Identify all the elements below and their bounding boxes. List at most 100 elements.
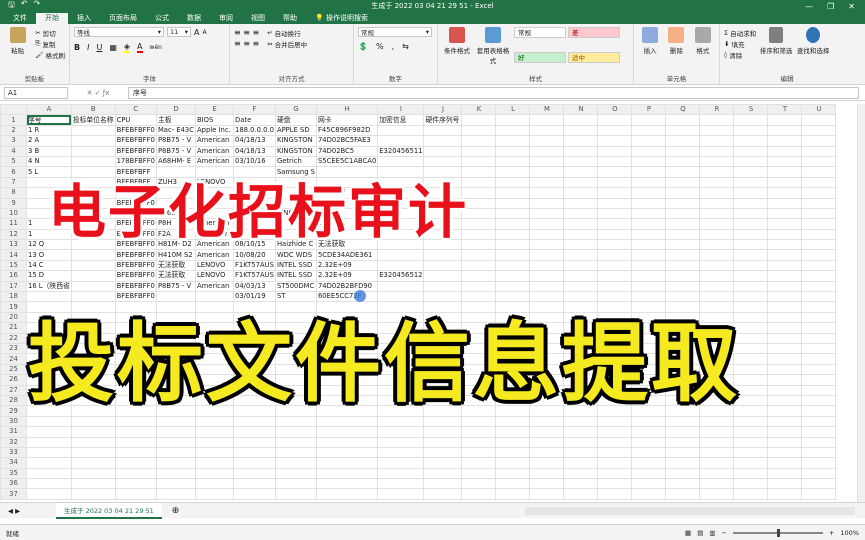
cell[interactable]: [423, 145, 463, 157]
cell[interactable]: [423, 446, 463, 459]
percent-button[interactable]: %: [376, 42, 384, 51]
cell[interactable]: 14 C: [26, 259, 72, 272]
shrink-font-button[interactable]: A: [202, 29, 206, 36]
cell[interactable]: [563, 467, 599, 480]
column-header-f[interactable]: F: [233, 104, 276, 116]
cell[interactable]: [563, 176, 599, 189]
tab-file[interactable]: 文件: [4, 13, 36, 24]
cell[interactable]: [495, 426, 531, 438]
row-header[interactable]: 27: [0, 384, 27, 396]
cell[interactable]: [801, 228, 837, 241]
cell[interactable]: [563, 436, 599, 448]
cell[interactable]: 04/18/13: [233, 135, 276, 147]
cell[interactable]: [699, 478, 735, 490]
formula-input[interactable]: 序号: [128, 86, 859, 99]
cell[interactable]: BFEBFBFF0: [114, 270, 157, 282]
cell[interactable]: [801, 291, 837, 303]
cell[interactable]: F45C896F982D: [315, 124, 379, 137]
cell[interactable]: 序号: [26, 114, 72, 126]
row-header[interactable]: 15: [0, 259, 27, 272]
cell[interactable]: [597, 228, 633, 241]
cell[interactable]: [529, 155, 565, 168]
cell[interactable]: [563, 218, 599, 230]
cell[interactable]: [563, 488, 599, 500]
cell[interactable]: [767, 259, 803, 272]
cell[interactable]: [377, 259, 425, 272]
cell[interactable]: INTEL SSD: [274, 270, 317, 282]
cell[interactable]: [70, 457, 116, 469]
cell[interactable]: [195, 467, 235, 480]
cell[interactable]: 2.32E+09: [315, 259, 379, 272]
cell[interactable]: [495, 280, 531, 293]
cell[interactable]: [767, 426, 803, 438]
cell[interactable]: [597, 207, 633, 220]
cell[interactable]: P8B75 - V: [155, 135, 197, 147]
cell[interactable]: [801, 467, 837, 480]
cell[interactable]: [423, 259, 463, 272]
cell[interactable]: [597, 135, 633, 147]
row-header[interactable]: 18: [0, 291, 27, 303]
cell[interactable]: 1 R: [26, 124, 72, 137]
cell[interactable]: 74D02BC5FAE3: [315, 135, 379, 147]
cell[interactable]: [377, 426, 425, 438]
cell[interactable]: [665, 145, 701, 157]
cell[interactable]: [801, 249, 837, 261]
column-header-b[interactable]: B: [70, 104, 116, 116]
cell[interactable]: BFEBFBFF0: [114, 135, 157, 147]
cell[interactable]: [274, 478, 317, 490]
cell[interactable]: APPLE SD: [274, 124, 317, 137]
cell[interactable]: [733, 280, 769, 293]
cell[interactable]: [70, 135, 116, 147]
cell[interactable]: [26, 457, 72, 469]
cell[interactable]: [733, 467, 769, 480]
select-all-corner[interactable]: [0, 104, 27, 116]
cell[interactable]: [155, 478, 197, 490]
zoom-out-button[interactable]: −: [722, 529, 727, 537]
zoom-slider[interactable]: [732, 528, 823, 537]
name-box[interactable]: A1: [4, 86, 68, 99]
format-cells-button[interactable]: 格式: [691, 27, 715, 74]
cell[interactable]: [597, 436, 633, 448]
cell[interactable]: [274, 426, 317, 438]
cell[interactable]: [631, 467, 667, 480]
cell[interactable]: Mac- E43C: [155, 124, 197, 137]
cell[interactable]: [801, 426, 837, 438]
cell[interactable]: [563, 457, 599, 469]
number-format-select[interactable]: 常规 ▾: [358, 27, 432, 37]
cell[interactable]: [631, 145, 667, 157]
cell[interactable]: [767, 176, 803, 189]
cell[interactable]: [597, 124, 633, 137]
cell[interactable]: [767, 218, 803, 230]
cell[interactable]: [801, 218, 837, 230]
cell[interactable]: 网卡: [315, 114, 379, 126]
cell[interactable]: [423, 457, 463, 469]
row-header[interactable]: 37: [0, 488, 27, 500]
cell[interactable]: [801, 436, 837, 448]
cell[interactable]: [155, 488, 197, 500]
column-header-g[interactable]: G: [274, 104, 317, 116]
delete-cells-button[interactable]: 删除: [664, 27, 688, 74]
cell[interactable]: [195, 478, 235, 490]
cell[interactable]: [733, 239, 769, 251]
cell[interactable]: [801, 145, 837, 157]
cell[interactable]: [631, 228, 667, 241]
tab-data[interactable]: 数据: [178, 13, 210, 24]
cell[interactable]: [26, 488, 72, 500]
cell[interactable]: [70, 280, 116, 293]
cell[interactable]: 主板: [155, 114, 197, 126]
cell[interactable]: [631, 176, 667, 189]
cell[interactable]: [461, 436, 497, 448]
cell[interactable]: [423, 426, 463, 438]
row-header[interactable]: 14: [0, 249, 27, 261]
cell[interactable]: [461, 145, 497, 157]
cell[interactable]: [461, 270, 497, 282]
cell[interactable]: [114, 436, 157, 448]
cell[interactable]: [597, 187, 633, 199]
cell[interactable]: 188.0.0.0.0: [233, 124, 276, 137]
cell[interactable]: [801, 155, 837, 168]
cell[interactable]: [767, 207, 803, 220]
cell[interactable]: [495, 187, 531, 199]
cell[interactable]: [767, 446, 803, 459]
cell[interactable]: [733, 207, 769, 220]
sheet-nav-icon[interactable]: ◀ ▶: [8, 507, 20, 515]
